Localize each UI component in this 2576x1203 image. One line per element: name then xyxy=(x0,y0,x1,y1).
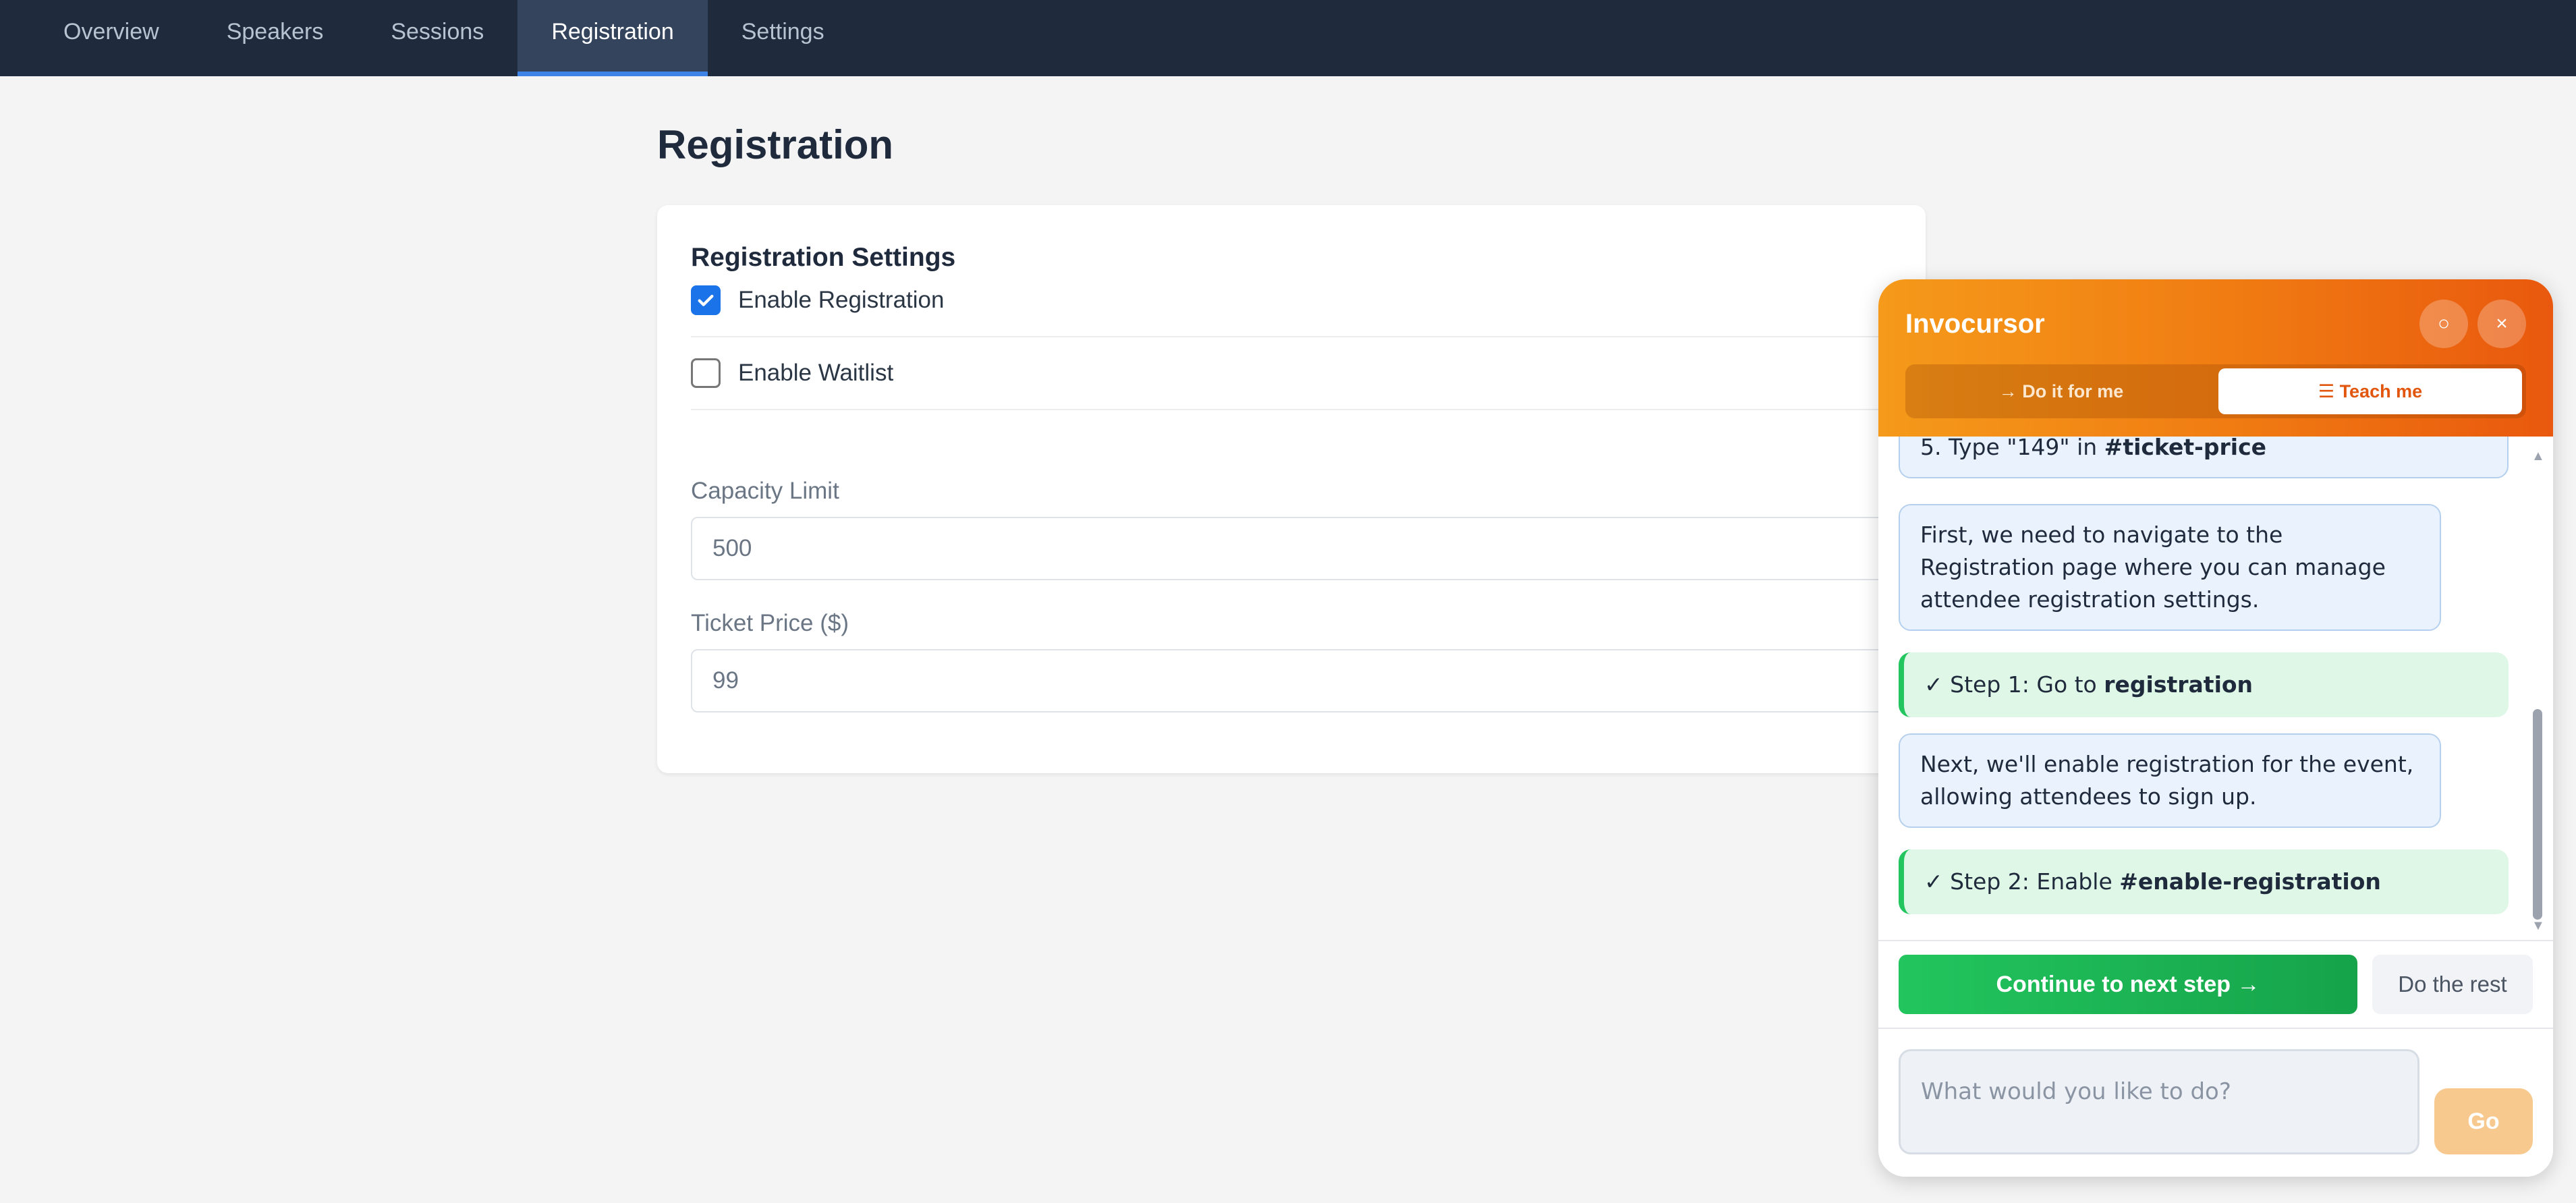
page-title: Registration xyxy=(657,122,894,167)
chat-message: Next, we'll enable registration for the … xyxy=(1899,733,2441,828)
composer: What would you like to do? Go xyxy=(1878,1028,2553,1177)
checkmark-icon xyxy=(698,294,714,306)
prompt-input[interactable]: What would you like to do? xyxy=(1899,1049,2419,1154)
do-the-rest-button[interactable]: Do the rest xyxy=(2372,955,2533,1014)
message-target: #ticket-price xyxy=(2104,437,2267,460)
ticket-price-label: Ticket Price ($) xyxy=(691,610,849,636)
teach-me-button[interactable]: ☰ Teach me xyxy=(2218,368,2522,414)
capacity-limit-label: Capacity Limit xyxy=(691,478,839,504)
top-nav: Overview Speakers Sessions Registration … xyxy=(0,0,2576,76)
enable-registration-label: Enable Registration xyxy=(738,287,945,313)
tab-settings[interactable]: Settings xyxy=(708,0,858,76)
message-text: ✓ Step 2: Enable xyxy=(1924,868,2120,895)
mode-switch: → Do it for me ☰ Teach me xyxy=(1905,364,2526,418)
assistant-title: Invocursor xyxy=(1905,309,2045,339)
enable-waitlist-label: Enable Waitlist xyxy=(738,360,894,386)
completed-step: ✓ Step 1: Go to registration xyxy=(1899,652,2509,717)
minimize-button[interactable]: ○ xyxy=(2419,300,2468,348)
go-button[interactable]: Go xyxy=(2434,1088,2533,1154)
enable-registration-checkbox[interactable] xyxy=(691,285,721,315)
ticket-price-input[interactable]: 99 xyxy=(691,649,1926,712)
tab-overview[interactable]: Overview xyxy=(30,0,193,76)
assistant-header: Invocursor ○ × → Do it for me ☰ Teach me xyxy=(1878,279,2553,437)
capacity-limit-input[interactable]: 500 xyxy=(691,517,1926,580)
scroll-up-icon[interactable]: ▲ xyxy=(2531,449,2545,463)
message-target: registration xyxy=(2104,671,2253,698)
close-button[interactable]: × xyxy=(2477,300,2526,348)
step-actions: Continue to next step → Do the rest xyxy=(1878,940,2553,1028)
chat-scrollbar[interactable]: ▲ ▼ xyxy=(2531,449,2545,932)
message-text: 5. Type "149" in xyxy=(1920,437,2104,460)
do-it-for-me-button[interactable]: → Do it for me xyxy=(1909,368,2213,414)
minimize-icon: ○ xyxy=(2437,312,2451,335)
tab-sessions[interactable]: Sessions xyxy=(357,0,517,76)
assistant-panel: Invocursor ○ × → Do it for me ☰ Teach me… xyxy=(1878,279,2553,1177)
registration-settings-card: Registration Settings Enable Registratio… xyxy=(657,205,1926,773)
tab-speakers[interactable]: Speakers xyxy=(193,0,358,76)
message-text: First, we need to navigate to the Regist… xyxy=(1920,522,2386,613)
message-text: ✓ Step 1: Go to xyxy=(1924,671,2104,698)
chat-message: 5. Type "149" in #ticket-price xyxy=(1899,437,2509,478)
close-icon: × xyxy=(2496,312,2508,335)
message-target: #enable-registration xyxy=(2119,868,2381,895)
enable-registration-row[interactable]: Enable Registration xyxy=(691,264,1892,337)
continue-next-step-button[interactable]: Continue to next step → xyxy=(1899,955,2357,1014)
tab-registration[interactable]: Registration xyxy=(517,0,708,76)
chat-messages[interactable]: 5. Type "149" in #ticket-price First, we… xyxy=(1878,437,2553,940)
message-text: Next, we'll enable registration for the … xyxy=(1920,751,2414,810)
enable-waitlist-row[interactable]: Enable Waitlist xyxy=(691,337,1892,410)
enable-waitlist-checkbox[interactable] xyxy=(691,358,721,388)
scroll-thumb[interactable] xyxy=(2533,709,2542,920)
chat-message: First, we need to navigate to the Regist… xyxy=(1899,504,2441,631)
completed-step: ✓ Step 2: Enable #enable-registration xyxy=(1899,849,2509,914)
scroll-down-icon[interactable]: ▼ xyxy=(2531,919,2545,932)
